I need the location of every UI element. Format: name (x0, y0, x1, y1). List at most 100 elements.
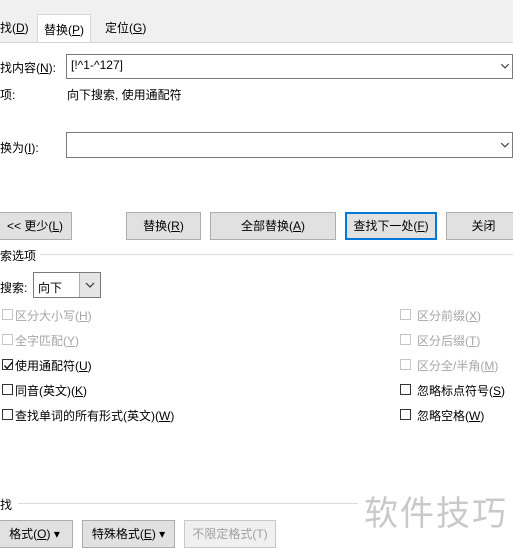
option-left-end-4: ) (170, 409, 175, 423)
option-left-text-0: 区分大小写( (15, 309, 79, 323)
option-right-end-1: ) (476, 334, 481, 348)
find-options-label: 项: (0, 88, 16, 102)
replace-with-text: 换为( (0, 141, 28, 155)
find-history-chevron-down-icon[interactable] (498, 55, 512, 78)
find-options-value: 向下搜索, 使用通配符 (67, 88, 182, 102)
option-right-checkbox-2 (400, 359, 411, 370)
replace-all-accesskey: A (292, 219, 301, 233)
search-options-divider (40, 254, 513, 255)
search-direction-select[interactable]: 向下 (33, 272, 101, 298)
replace-history-chevron-down-icon[interactable] (498, 133, 512, 157)
format-button-end: ) ▾ (46, 527, 60, 541)
option-right-text-4: 忽略空格( (417, 409, 469, 423)
find-what-text: 找内容( (0, 61, 40, 75)
less-button-accesskey: L (52, 219, 60, 233)
option-left-checkbox-4[interactable] (2, 409, 13, 420)
search-direction-end: : (24, 281, 28, 295)
find-what-end: ): (48, 61, 57, 75)
search-direction-value: 向下 (38, 281, 63, 295)
option-right-accesskey-0: X (469, 309, 478, 323)
option-right-label-3[interactable]: 忽略标点符号(S) (417, 382, 505, 399)
find-what-value: [!^1-^127] (71, 58, 123, 72)
option-left-end-2: ) (87, 359, 92, 373)
find-what-accesskey: N (40, 61, 49, 75)
option-left-checkbox-2[interactable] (2, 359, 13, 370)
tab-replace-end: ) (80, 23, 85, 37)
option-left-label-4[interactable]: 查找单词的所有形式(英文)(W) (15, 407, 174, 424)
option-right-end-4: ) (480, 409, 485, 423)
replace-button-accesskey: R (171, 219, 180, 233)
option-left-checkbox-1 (2, 334, 13, 345)
replace-all-end: ) (301, 219, 305, 233)
option-left-label-1: 全字匹配(Y) (15, 332, 79, 349)
option-left-text-3: 同音(英文)( (15, 384, 75, 398)
find-section-heading: 找 (0, 498, 13, 512)
checkmark-icon (4, 361, 13, 370)
option-right-end-2: ) (494, 359, 499, 373)
option-left-checkbox-0 (2, 309, 13, 320)
search-direction-text: 搜索 (0, 281, 25, 295)
tab-find-accesskey: D (16, 21, 25, 35)
replace-with-input[interactable] (66, 132, 513, 158)
option-left-end-3: ) (83, 384, 88, 398)
replace-button-end: ) (179, 219, 184, 233)
find-what-input[interactable]: [!^1-^127] (66, 54, 513, 79)
format-button-label: 格式( (9, 527, 38, 541)
option-right-end-3: ) (501, 384, 506, 398)
search-options-heading: 索选项 (0, 249, 37, 263)
replace-all-button[interactable]: 全部替换(A) (210, 212, 336, 240)
find-next-label: 查找下一处( (353, 219, 418, 233)
option-right-checkbox-0 (400, 309, 411, 320)
option-left-text-1: 全字匹配( (15, 334, 67, 348)
tab-find-label: 找( (0, 21, 16, 35)
option-left-text-2: 使用通配符( (15, 359, 79, 373)
option-left-accesskey-2: U (79, 359, 88, 373)
less-button-label: << 更少( (6, 219, 53, 233)
option-left-end-0: ) (87, 309, 92, 323)
find-what-label: 找内容(N): (0, 59, 56, 76)
special-format-accesskey: E (143, 527, 152, 541)
watermark-text: 软件技巧 (364, 495, 508, 533)
option-right-label-2: 区分全/半角(M) (417, 357, 498, 374)
replace-button[interactable]: 替换(R) (126, 212, 201, 240)
option-right-accesskey-4: W (469, 409, 481, 423)
tab-find-end: ) (24, 21, 29, 35)
search-direction-label: 搜索: (0, 279, 27, 296)
option-left-accesskey-4: W (159, 409, 171, 423)
option-left-label-2[interactable]: 使用通配符(U) (15, 357, 92, 374)
option-left-checkbox-3[interactable] (2, 384, 13, 395)
option-right-label-0: 区分前缀(X) (417, 307, 481, 324)
tab-goto-accesskey: G (133, 21, 143, 35)
replace-button-label: 替换( (143, 219, 172, 233)
option-right-checkbox-4[interactable] (400, 409, 411, 420)
replace-with-label: 换为(I): (0, 139, 39, 156)
option-right-text-1: 区分后缀( (417, 334, 469, 348)
find-next-button[interactable]: 查找下一处(F) (345, 212, 437, 240)
option-left-accesskey-1: Y (67, 334, 76, 348)
option-right-accesskey-3: S (493, 384, 502, 398)
tab-replace[interactable]: 替换(P) (37, 14, 92, 42)
tab-goto-label: 定位( (105, 21, 133, 35)
special-format-end: ) ▾ (151, 527, 166, 541)
special-format-label: 特殊格式( (91, 527, 144, 541)
search-direction-dropdown[interactable] (79, 273, 100, 297)
option-right-text-3: 忽略标点符号( (417, 384, 493, 398)
less-button[interactable]: << 更少(L) (0, 212, 72, 240)
tab-goto[interactable]: 定位(G) (105, 15, 146, 41)
option-right-end-0: ) (477, 309, 482, 323)
option-left-label-0: 区分大小写(H) (15, 307, 92, 324)
option-right-checkbox-1 (400, 334, 411, 345)
close-button[interactable]: 关闭 (446, 212, 513, 240)
find-next-accesskey: F (417, 219, 425, 233)
find-section-divider (18, 503, 358, 504)
option-right-text-0: 区分前缀( (417, 309, 469, 323)
option-right-accesskey-2: M (484, 359, 495, 373)
tab-find[interactable]: 找(D) (0, 15, 29, 41)
tab-replace-accesskey: P (72, 23, 81, 37)
option-left-label-3[interactable]: 同音(英文)(K) (15, 382, 87, 399)
option-right-checkbox-3[interactable] (400, 384, 411, 395)
option-right-text-2: 区分全/半角( (417, 359, 485, 373)
replace-all-label: 全部替换( (240, 219, 293, 233)
less-button-end: ) (59, 219, 64, 233)
option-right-label-4[interactable]: 忽略空格(W) (417, 407, 484, 424)
